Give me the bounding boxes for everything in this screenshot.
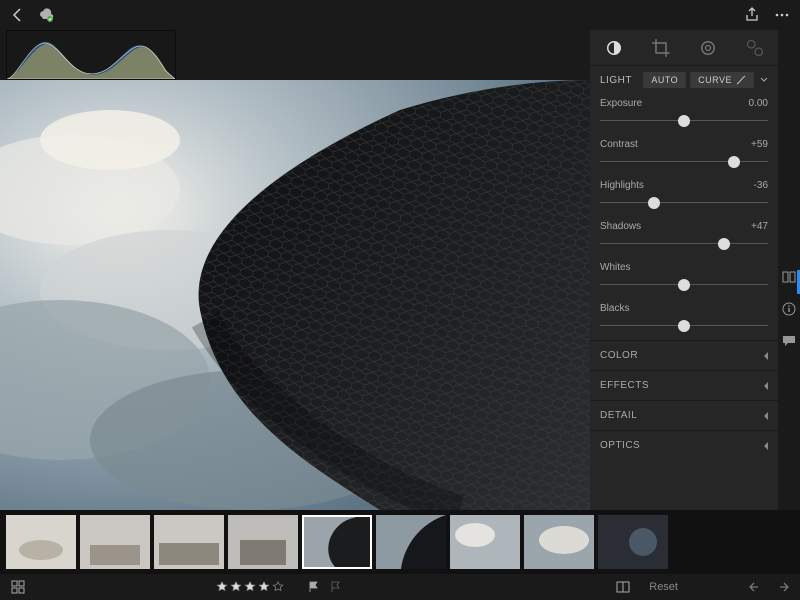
slider-value: +47 [751,221,768,232]
section-label: EFFECTS [600,380,649,391]
grid-view-icon[interactable] [10,579,26,595]
section-color[interactable]: COLOR [590,340,778,370]
light-section-header[interactable]: LIGHT AUTO CURVE [590,66,778,94]
filmstrip[interactable] [0,510,800,574]
thumbnail[interactable] [228,515,298,569]
star-icon[interactable] [230,581,242,593]
adjust-panel: LIGHT AUTO CURVE Exposure 0.00 Contrast +59… [590,30,778,510]
bottom-toolbar: Reset [0,574,800,600]
star-icon[interactable] [258,581,270,593]
panel-tabs [590,30,778,66]
thumbnail[interactable] [376,515,446,569]
redo-icon[interactable] [774,579,790,595]
star-icon[interactable] [216,581,228,593]
thumbnail[interactable] [154,515,224,569]
slider-shadows[interactable]: Shadows +47 [590,217,778,258]
crop-tab-icon[interactable] [651,38,671,58]
slider-whites[interactable]: Whites [590,258,778,299]
section-label: DETAIL [600,410,637,421]
compare-icon[interactable] [782,270,796,284]
thumbnail[interactable] [524,515,594,569]
info-icon[interactable] [782,302,796,316]
collapse-caret-icon [764,412,768,420]
top-toolbar [0,0,800,30]
slider-value: +59 [751,139,768,150]
back-icon[interactable] [10,7,26,23]
slider-blacks[interactable]: Blacks [590,299,778,340]
slider-value: -36 [754,180,768,191]
slider-label: Contrast [600,139,638,150]
slider-label: Shadows [600,221,641,232]
flag-reject-icon[interactable] [330,581,342,593]
cloud-sync-icon[interactable] [38,7,54,23]
thumbnail[interactable] [598,515,668,569]
presets-tab-icon[interactable] [698,38,718,58]
image-canvas[interactable] [0,80,590,510]
right-rail [778,30,800,510]
reset-button[interactable]: Reset [649,581,678,593]
share-icon[interactable] [744,7,760,23]
selective-tab-icon[interactable] [745,38,765,58]
chevron-down-icon[interactable] [760,76,768,84]
slider-exposure[interactable]: Exposure 0.00 [590,94,778,135]
slider-label: Whites [600,262,631,273]
auto-button[interactable]: AUTO [643,72,686,88]
slider-label: Highlights [600,180,644,191]
collapse-caret-icon [764,382,768,390]
slider-label: Blacks [600,303,629,314]
section-optics[interactable]: OPTICS [590,430,778,460]
comment-icon[interactable] [782,334,796,348]
section-detail[interactable]: DETAIL [590,400,778,430]
slider-value: 0.00 [749,98,768,109]
undo-icon[interactable] [748,579,764,595]
more-icon[interactable] [774,7,790,23]
collapse-caret-icon [764,442,768,450]
section-effects[interactable]: EFFECTS [590,370,778,400]
section-label: OPTICS [600,440,640,451]
flag-pick-icon[interactable] [308,581,320,593]
star-icon[interactable] [272,581,284,593]
slider-highlights[interactable]: Highlights -36 [590,176,778,217]
thumbnail[interactable] [6,515,76,569]
star-icon[interactable] [244,581,256,593]
curve-button[interactable]: CURVE [690,72,754,88]
light-title: LIGHT [600,75,632,86]
collapse-caret-icon [764,352,768,360]
slider-contrast[interactable]: Contrast +59 [590,135,778,176]
thumbnail[interactable] [302,515,372,569]
main-area [0,30,590,510]
before-after-icon[interactable] [615,579,631,595]
thumbnail[interactable] [80,515,150,569]
rating-stars[interactable] [216,581,284,593]
edit-tab-icon[interactable] [604,38,624,58]
slider-label: Exposure [600,98,642,109]
curve-label: CURVE [698,75,732,85]
section-label: COLOR [600,350,638,361]
thumbnail[interactable] [450,515,520,569]
